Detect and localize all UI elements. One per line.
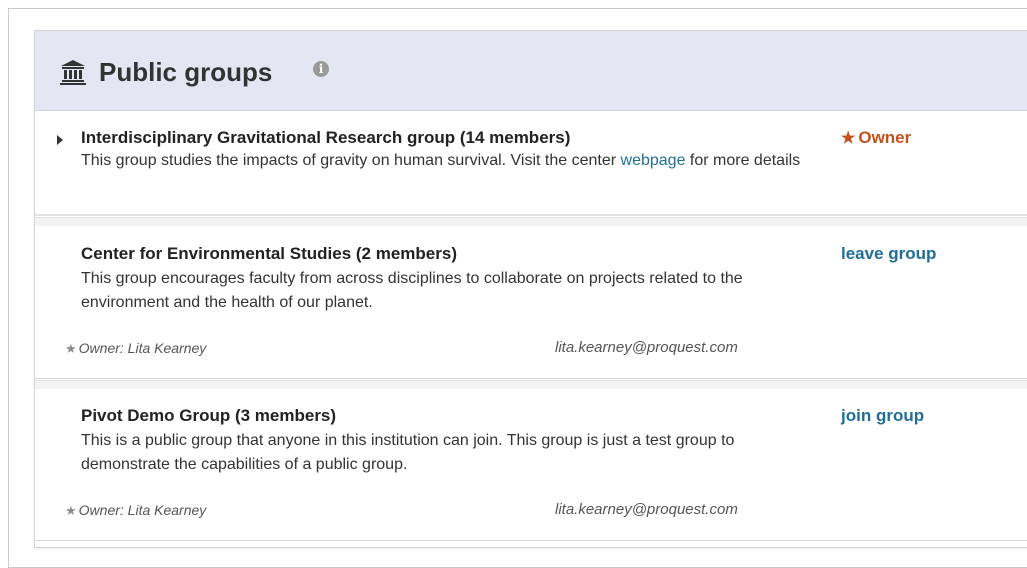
owner-name: Owner: Lita Kearney	[78, 502, 207, 518]
public-groups-panel: Public groups i Interdisciplinary Gravit…	[34, 30, 1027, 548]
group-card-environmental: Center for Environmental Studies (2 memb…	[35, 227, 1027, 379]
star-icon: ★	[841, 130, 856, 147]
group-description: This group encourages faculty from acros…	[81, 270, 743, 311]
description-text-end: for more details	[685, 152, 801, 169]
group-description: This is a public group that anyone in th…	[81, 432, 735, 473]
description-text: This group studies the impacts of gravit…	[81, 152, 621, 169]
owner-status: ★ Owner	[841, 127, 911, 150]
webpage-link[interactable]: webpage	[621, 152, 686, 169]
join-group-link[interactable]: join group	[841, 405, 924, 427]
group-title[interactable]: Pivot Demo Group (3 members)	[81, 405, 336, 427]
caret-right-icon[interactable]	[57, 135, 63, 145]
group-description: This group studies the impacts of gravit…	[81, 149, 811, 173]
group-card-interdisciplinary: Interdisciplinary Gravitational Research…	[35, 111, 1027, 216]
panel-header: Public groups i	[35, 31, 1027, 111]
divider	[35, 217, 1027, 226]
owner-email[interactable]: lita.kearney@proquest.com	[555, 501, 738, 519]
star-icon: ★	[65, 341, 77, 356]
star-icon: ★	[65, 503, 77, 518]
group-title[interactable]: Center for Environmental Studies (2 memb…	[81, 243, 457, 265]
info-icon[interactable]: i	[313, 61, 329, 77]
owner-status-label: Owner	[858, 128, 912, 147]
group-owner: ★ Owner: Lita Kearney	[65, 501, 206, 520]
group-title[interactable]: Interdisciplinary Gravitational Research…	[81, 127, 570, 149]
section-title: Public groups	[99, 57, 273, 87]
group-owner: ★ Owner: Lita Kearney	[65, 339, 206, 358]
group-card-pivot-demo: Pivot Demo Group (3 members) This is a p…	[35, 391, 1027, 541]
divider	[35, 380, 1027, 389]
institution-icon	[60, 60, 86, 85]
leave-group-link[interactable]: leave group	[841, 243, 936, 265]
owner-email[interactable]: lita.kearney@proquest.com	[555, 339, 738, 357]
owner-name: Owner: Lita Kearney	[78, 340, 207, 356]
